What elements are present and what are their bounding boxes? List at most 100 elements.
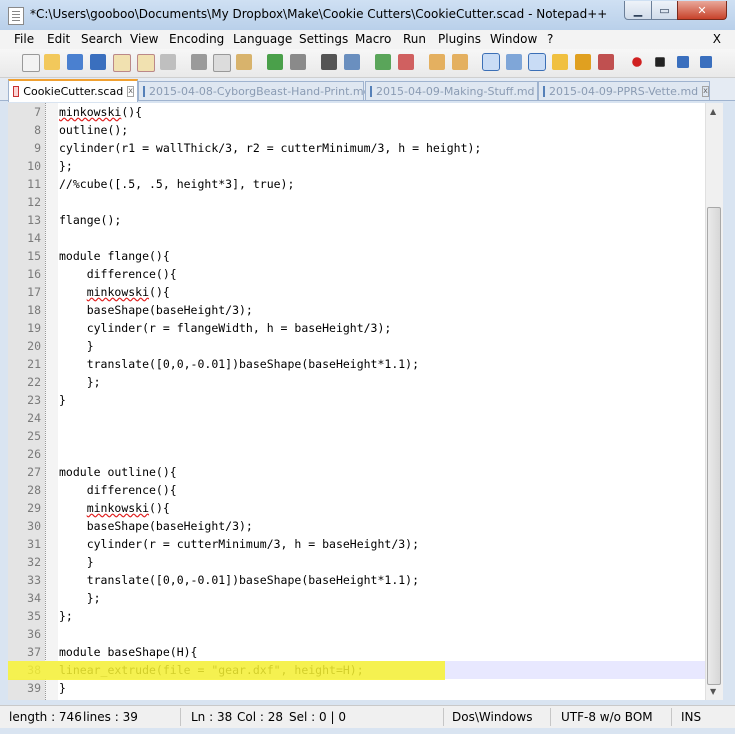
- code-line[interactable]: 32 }: [8, 553, 705, 571]
- code-line[interactable]: 29 minkowski(){: [8, 499, 705, 517]
- notepad-app-icon[interactable]: [8, 7, 24, 25]
- line-text[interactable]: }: [59, 337, 94, 355]
- menu-run[interactable]: Run: [403, 32, 426, 46]
- line-text[interactable]: };: [59, 607, 73, 625]
- zoom-out-icon[interactable]: [398, 54, 414, 70]
- function-list-icon[interactable]: [598, 54, 614, 70]
- close-all-icon[interactable]: [137, 54, 155, 72]
- sync-h-icon[interactable]: [452, 54, 468, 70]
- line-text[interactable]: translate([0,0,-0.01])baseShape(baseHeig…: [59, 571, 419, 589]
- show-all-chars-icon[interactable]: [506, 54, 522, 70]
- indent-guide-icon[interactable]: [528, 53, 546, 71]
- code-line[interactable]: 34 };: [8, 589, 705, 607]
- new-file-icon[interactable]: [22, 54, 40, 72]
- menu-help[interactable]: ?: [547, 32, 553, 46]
- code-line[interactable]: 10};: [8, 157, 705, 175]
- menu-window[interactable]: Window: [490, 32, 537, 46]
- print-icon[interactable]: [160, 54, 176, 70]
- copy-icon[interactable]: [213, 54, 231, 72]
- zoom-in-icon[interactable]: [375, 54, 391, 70]
- line-text[interactable]: module baseShape(H){: [59, 643, 197, 661]
- line-text[interactable]: cylinder(r = flangeWidth, h = baseHeight…: [59, 319, 392, 337]
- line-text[interactable]: minkowski(){: [59, 499, 170, 517]
- code-line[interactable]: 21 translate([0,0,-0.01])baseShape(baseH…: [8, 355, 705, 373]
- code-line[interactable]: 39}: [8, 679, 705, 697]
- scroll-down-icon[interactable]: ▼: [710, 687, 716, 696]
- code-line[interactable]: 23}: [8, 391, 705, 409]
- line-text[interactable]: minkowski(){: [59, 103, 142, 121]
- code-line[interactable]: 7 minkowski(){: [8, 103, 705, 121]
- menu-encoding[interactable]: Encoding: [169, 32, 224, 46]
- code-line[interactable]: 37 module baseShape(H){: [8, 643, 705, 661]
- tab-making-stuff[interactable]: 2015-04-09-Making-Stuff.md x: [365, 81, 546, 100]
- line-text[interactable]: difference(){: [59, 481, 177, 499]
- maximize-button[interactable]: ▭: [651, 1, 678, 20]
- undo-icon[interactable]: [267, 54, 283, 70]
- cut-icon[interactable]: [191, 54, 207, 70]
- line-text[interactable]: }: [59, 679, 66, 697]
- line-text[interactable]: };: [59, 157, 73, 175]
- menu-macro[interactable]: Macro: [355, 32, 391, 46]
- stop-record-icon[interactable]: [655, 57, 665, 67]
- code-line[interactable]: 18 baseShape(baseHeight/3);: [8, 301, 705, 319]
- line-text[interactable]: baseShape(baseHeight/3);: [59, 301, 253, 319]
- user-lang-icon[interactable]: [552, 54, 568, 70]
- menu-language[interactable]: Language: [233, 32, 292, 46]
- code-line[interactable]: 8 outline();: [8, 121, 705, 139]
- code-line[interactable]: 19 cylinder(r = flangeWidth, h = baseHei…: [8, 319, 705, 337]
- code-line[interactable]: 9 cylinder(r1 = wallThick/3, r2 = cutterM…: [8, 139, 705, 157]
- line-text[interactable]: flange();: [59, 211, 121, 229]
- tab-pprs-vette[interactable]: 2015-04-09-PPRS-Vette.md x: [538, 81, 710, 100]
- menu-file[interactable]: File: [14, 32, 34, 46]
- paste-icon[interactable]: [236, 54, 252, 70]
- code-line[interactable]: 28 difference(){: [8, 481, 705, 499]
- line-text[interactable]: }: [59, 553, 94, 571]
- sync-v-icon[interactable]: [429, 54, 445, 70]
- code-line[interactable]: 24: [8, 409, 705, 427]
- code-line[interactable]: 33 translate([0,0,-0.01])baseShape(baseH…: [8, 571, 705, 589]
- code-line[interactable]: 14: [8, 229, 705, 247]
- line-text[interactable]: baseShape(baseHeight/3);: [59, 517, 253, 535]
- line-text[interactable]: }: [59, 391, 66, 409]
- code-line[interactable]: 26: [8, 445, 705, 463]
- code-line[interactable]: 22 };: [8, 373, 705, 391]
- vertical-scrollbar[interactable]: ▲ ▼: [705, 103, 723, 700]
- scroll-up-icon[interactable]: ▲: [710, 107, 716, 116]
- save-all-icon[interactable]: [90, 54, 106, 70]
- save-icon[interactable]: [67, 54, 83, 70]
- code-line[interactable]: 12: [8, 193, 705, 211]
- menu-search[interactable]: Search: [81, 32, 122, 46]
- line-text[interactable]: outline();: [59, 121, 128, 139]
- line-text[interactable]: translate([0,0,-0.01])baseShape(baseHeig…: [59, 355, 419, 373]
- close-icon[interactable]: [113, 54, 131, 72]
- doc-map-icon[interactable]: [575, 54, 591, 70]
- tab-cyborgbeast[interactable]: 2015-04-08-CyborgBeast-Hand-Print.md x: [138, 81, 382, 100]
- open-file-icon[interactable]: [44, 54, 60, 70]
- close-document-button[interactable]: X: [713, 32, 721, 46]
- line-text[interactable]: minkowski(){: [59, 283, 170, 301]
- redo-icon[interactable]: [290, 54, 306, 70]
- replace-icon[interactable]: [344, 54, 360, 70]
- line-text[interactable]: };: [59, 373, 101, 391]
- menu-plugins[interactable]: Plugins: [438, 32, 481, 46]
- code-line[interactable]: 31 cylinder(r = cutterMinimum/3, h = bas…: [8, 535, 705, 553]
- play-macro-icon[interactable]: [677, 56, 689, 68]
- tab-close-icon[interactable]: x: [702, 85, 709, 97]
- line-text[interactable]: //%cube([.5, .5, height*3], true);: [59, 175, 294, 193]
- tab-close-icon[interactable]: x: [127, 86, 134, 97]
- code-line[interactable]: 27 module outline(){: [8, 463, 705, 481]
- code-line[interactable]: 15 module flange(){: [8, 247, 705, 265]
- code-line[interactable]: 35};: [8, 607, 705, 625]
- tab-cookiecutter[interactable]: CookieCutter.scad x: [8, 79, 138, 102]
- line-text[interactable]: module outline(){: [59, 463, 177, 481]
- code-line[interactable]: 30 baseShape(baseHeight/3);: [8, 517, 705, 535]
- line-text[interactable]: };: [59, 589, 101, 607]
- menu-view[interactable]: View: [130, 32, 158, 46]
- line-text[interactable]: cylinder(r1 = wallThick/3, r2 = cutterMi…: [59, 139, 481, 157]
- scrollbar-thumb[interactable]: [707, 207, 721, 685]
- word-wrap-icon[interactable]: [482, 53, 500, 71]
- code-line[interactable]: 25: [8, 427, 705, 445]
- record-macro-icon[interactable]: [632, 57, 642, 67]
- code-line[interactable]: 36: [8, 625, 705, 643]
- code-line[interactable]: 17 minkowski(){: [8, 283, 705, 301]
